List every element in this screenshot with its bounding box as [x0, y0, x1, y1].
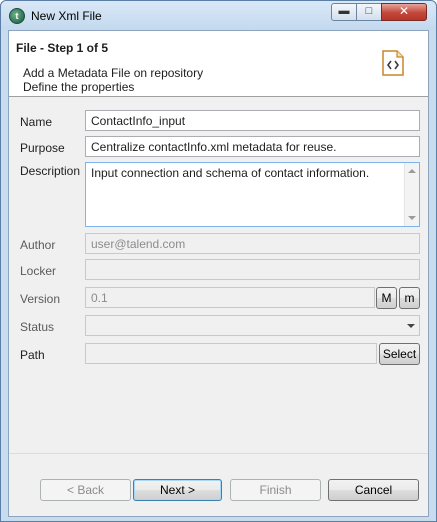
version-label: Version — [20, 292, 61, 306]
status-label: Status — [20, 320, 55, 334]
locker-field — [85, 259, 420, 280]
description-scrollbar[interactable] — [404, 163, 419, 226]
minimize-button[interactable]: ▬ — [331, 3, 357, 21]
chevron-down-icon[interactable] — [407, 324, 415, 328]
status-dropdown[interactable] — [85, 315, 420, 336]
name-label: Name — [20, 115, 53, 129]
description-textarea[interactable]: Input connection and schema of contact i… — [85, 162, 420, 227]
maximize-button[interactable]: □ — [356, 3, 382, 21]
author-field: user@talend.com — [85, 233, 420, 254]
talend-icon: t — [9, 8, 25, 24]
maximize-icon: □ — [365, 5, 373, 17]
xml-file-icon — [382, 50, 404, 76]
major-version-button[interactable]: M — [376, 287, 397, 309]
title-bar[interactable]: t New Xml File ▬ □ ✕ — [1, 1, 436, 30]
wizard-header: File - Step 1 of 5 Add a Metadata File o… — [9, 31, 428, 97]
minimize-icon: ▬ — [338, 5, 350, 17]
dialog-body: File - Step 1 of 5 Add a Metadata File o… — [8, 30, 429, 517]
name-field[interactable]: ContactInfo_input — [85, 110, 420, 131]
select-path-button[interactable]: Select — [379, 343, 420, 365]
back-button[interactable]: < Back — [40, 479, 131, 501]
description-text: Input connection and schema of contact i… — [91, 166, 370, 180]
purpose-field[interactable]: Centralize contactInfo.xml metadata for … — [85, 136, 420, 157]
description-label: Description — [20, 164, 81, 178]
scroll-down-icon[interactable] — [408, 216, 416, 220]
scroll-up-icon[interactable] — [408, 169, 416, 173]
window-title: New Xml File — [31, 9, 102, 23]
footer-divider — [9, 453, 428, 454]
minor-version-button[interactable]: m — [399, 287, 420, 309]
finish-button[interactable]: Finish — [230, 479, 321, 501]
close-icon: ✕ — [398, 4, 410, 18]
version-field: 0.1 — [85, 287, 375, 308]
purpose-label: Purpose — [20, 141, 65, 155]
wizard-subdescription: Define the properties — [23, 80, 135, 94]
close-button[interactable]: ✕ — [381, 3, 427, 21]
cancel-button[interactable]: Cancel — [328, 479, 419, 501]
path-label: Path — [20, 348, 45, 362]
path-field — [85, 343, 377, 364]
new-xml-file-dialog: t New Xml File ▬ □ ✕ File - Step 1 of 5 … — [0, 0, 437, 522]
wizard-step-title: File - Step 1 of 5 — [16, 41, 109, 55]
next-button[interactable]: Next > — [133, 479, 222, 501]
author-label: Author — [20, 238, 56, 252]
wizard-description: Add a Metadata File on repository — [23, 66, 204, 80]
locker-label: Locker — [20, 264, 57, 278]
